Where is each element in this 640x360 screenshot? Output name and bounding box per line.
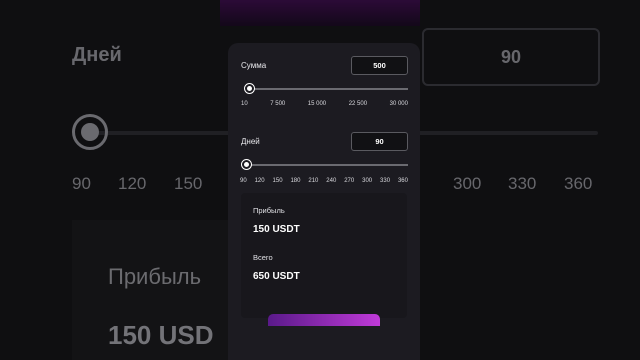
sum-tick: 7 500 xyxy=(270,101,286,107)
sum-tick: 22 500 xyxy=(348,101,368,107)
days-tick: 240 xyxy=(326,178,337,184)
days-tick: 270 xyxy=(344,178,355,184)
sum-ticks: 10 7 500 15 000 22 500 30 000 xyxy=(241,101,408,107)
days-tick: 150 xyxy=(272,178,283,184)
profit-label: Прибыль xyxy=(253,206,285,215)
days-label: Дней xyxy=(241,137,260,146)
days-tick: 120 xyxy=(254,178,265,184)
invest-button[interactable] xyxy=(268,314,380,326)
sum-slider-thumb[interactable] xyxy=(243,83,255,94)
days-tick: 330 xyxy=(380,178,391,184)
days-tick: 210 xyxy=(308,178,319,184)
days-slider-thumb[interactable] xyxy=(241,159,252,170)
sum-label: Сумма xyxy=(241,61,267,70)
days-tick: 90 xyxy=(240,178,247,184)
days-tick: 360 xyxy=(397,178,408,184)
total-label: Всего xyxy=(253,253,273,262)
total-value: 650 USDT xyxy=(253,271,300,282)
days-ticks: 90 120 150 180 210 240 270 300 330 360 xyxy=(240,178,408,184)
days-input[interactable]: 90 xyxy=(351,132,408,151)
sum-tick: 10 xyxy=(241,101,248,107)
sum-input[interactable]: 500 xyxy=(351,56,408,75)
days-slider-track xyxy=(245,164,408,166)
days-tick: 300 xyxy=(362,178,373,184)
sum-row: Сумма 500 xyxy=(241,56,408,75)
sum-slider-track xyxy=(245,88,408,90)
sum-slider[interactable] xyxy=(241,83,408,95)
result-panel: Прибыль 150 USDT Всего 650 USDT xyxy=(241,193,407,318)
sum-tick: 15 000 xyxy=(307,101,327,107)
calculator-card: Сумма 500 10 7 500 15 000 22 500 30 000 … xyxy=(228,43,420,360)
profit-value: 150 USDT xyxy=(253,224,300,235)
days-tick: 180 xyxy=(290,178,301,184)
days-row: Дней 90 xyxy=(241,132,408,151)
days-slider[interactable] xyxy=(241,159,408,171)
sum-tick: 30 000 xyxy=(389,101,408,107)
